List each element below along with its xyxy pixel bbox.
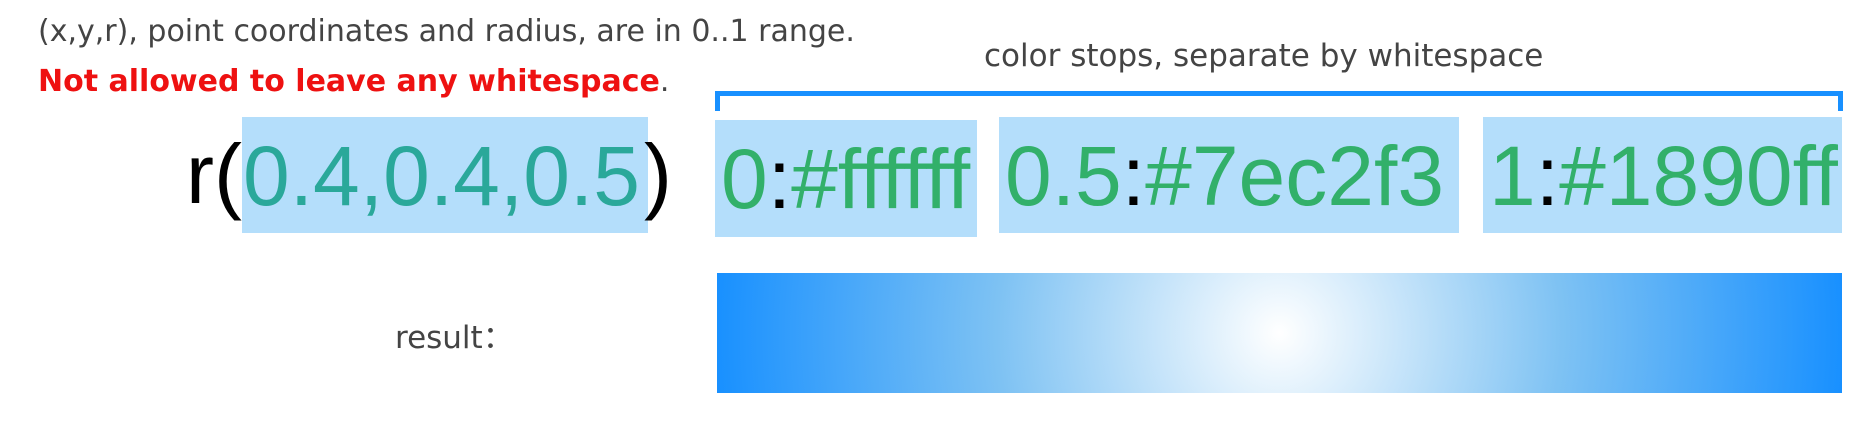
- color-stop-1-input[interactable]: 0:#ffffff: [715, 120, 977, 237]
- whitespace-warning-period: .: [659, 64, 670, 99]
- color-stop-1-position: 0: [721, 132, 768, 226]
- color-stop-3-color: #1890ff: [1559, 129, 1838, 223]
- color-stop-3-input[interactable]: 1:#1890ff: [1483, 117, 1842, 233]
- color-stop-1-text: 0:#ffffff: [721, 123, 970, 235]
- result-gradient-preview: [717, 273, 1842, 393]
- whitespace-warning-text: Not allowed to leave any whitespace: [38, 64, 660, 99]
- color-stop-2-separator: :: [1121, 129, 1146, 223]
- color-stop-1-separator: :: [767, 132, 792, 226]
- color-stop-3-text: 1:#1890ff: [1489, 120, 1838, 232]
- color-stop-2-position: 0.5: [1005, 129, 1122, 223]
- result-label: result：: [395, 320, 514, 356]
- color-stop-2-color: #7ec2f3: [1145, 129, 1445, 223]
- color-stop-3-separator: :: [1535, 129, 1560, 223]
- whitespace-warning: Not allowed to leave any whitespace.: [38, 64, 669, 99]
- params-text: 0.4,0.4,0.5: [243, 129, 640, 223]
- color-stops-caption: color stops, separate by whitespace: [984, 38, 1544, 74]
- color-stop-2-input[interactable]: 0.5:#7ec2f3: [999, 117, 1459, 233]
- color-stops-bracket: [715, 91, 1843, 111]
- color-stop-1-color: #ffffff: [791, 132, 971, 226]
- function-close: ): [644, 127, 672, 221]
- coordinates-hint: (x,y,r), point coordinates and radius, a…: [38, 14, 855, 49]
- function-open: r(: [186, 127, 242, 221]
- color-stop-2-text: 0.5:#7ec2f3: [1005, 120, 1444, 232]
- color-stop-3-position: 1: [1489, 129, 1536, 223]
